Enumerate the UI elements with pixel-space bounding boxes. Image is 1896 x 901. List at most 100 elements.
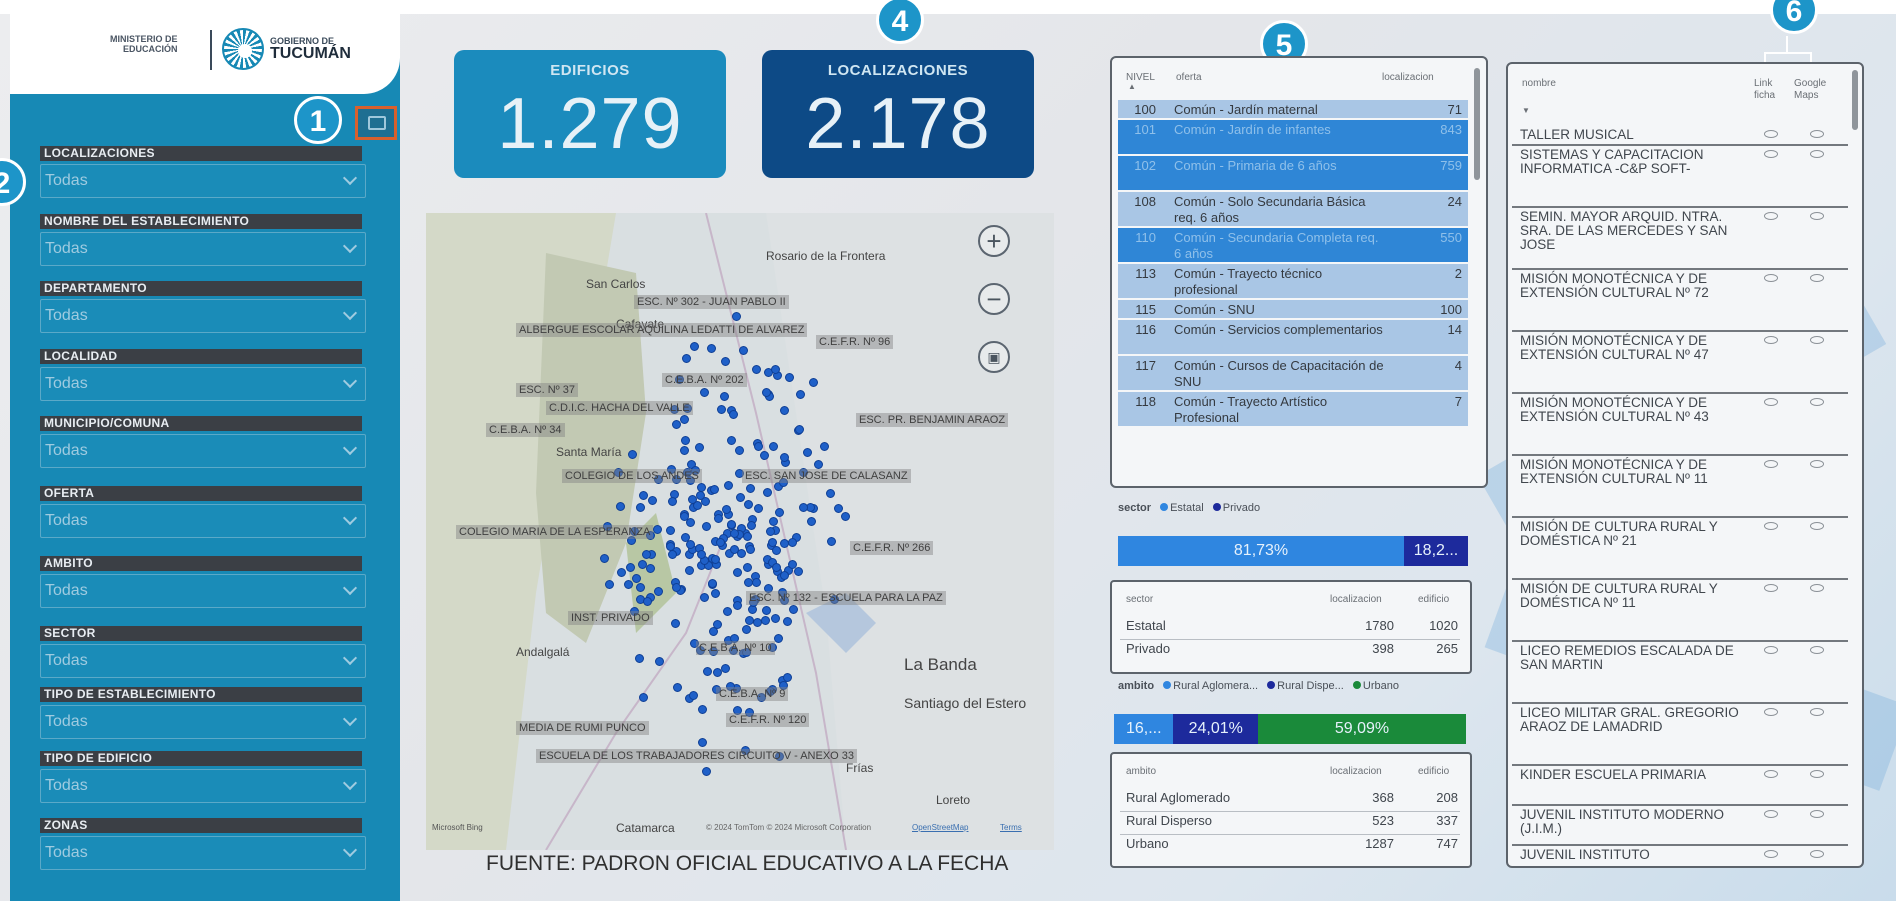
school-point[interactable] [807,517,816,526]
table-row[interactable]: MISIÓN MONOTÉCNICA Y DE EXTENSIÓN CULTUR… [1512,332,1848,394]
osm-link[interactable]: OpenStreetMap [912,823,968,832]
school-point[interactable] [668,550,677,559]
filter-dropdown[interactable]: Todas [40,574,366,608]
terms-link[interactable]: Terms [1000,823,1022,832]
school-point[interactable] [780,453,789,462]
school-point[interactable] [708,579,717,588]
school-point[interactable] [653,525,662,534]
school-point[interactable] [636,583,645,592]
table-row[interactable]: MISIÓN MONOTÉCNICA Y DE EXTENSIÓN CULTUR… [1512,270,1848,332]
filter-dropdown[interactable]: Todas [40,705,366,739]
school-point[interactable] [771,614,780,623]
school-point[interactable] [681,436,690,445]
school-point[interactable] [605,580,614,589]
school-point[interactable] [772,546,781,555]
school-point[interactable] [732,312,741,321]
school-point[interactable] [724,481,733,490]
school-point[interactable] [711,589,720,598]
table-row[interactable]: JUVENIL INSTITUTO [1512,846,1848,866]
col-header[interactable]: sector [1126,594,1153,605]
bar-segment[interactable]: 59,09% [1257,714,1466,744]
link-icon[interactable] [1764,584,1778,592]
school-point[interactable] [711,555,720,564]
school-point[interactable] [680,415,689,424]
filter-dropdown[interactable]: Todas [40,434,366,468]
school-point[interactable] [648,496,657,505]
filter-dropdown[interactable]: Todas [40,299,366,333]
school-point[interactable] [643,597,652,606]
school-point[interactable] [742,625,751,634]
col-header[interactable]: localizacion [1330,594,1382,605]
table-row[interactable]: KINDER ESCUELA PRIMARIA [1512,766,1848,806]
school-point[interactable] [721,664,730,673]
school-point[interactable] [795,425,804,434]
school-point[interactable] [635,654,644,663]
zoom-out-button[interactable]: − [978,283,1010,315]
schools-map[interactable]: Rosario de la Frontera San Carlos Cafaya… [426,213,1054,850]
oferta-row[interactable]: 100 Común - Jardín maternal 71 [1118,100,1468,118]
school-point[interactable] [780,406,789,415]
map-pin-icon[interactable] [1810,522,1824,530]
school-point[interactable] [685,566,694,575]
link-icon[interactable] [1764,150,1778,158]
link-icon[interactable] [1764,770,1778,778]
col-header[interactable]: edificio [1418,594,1449,605]
school-point[interactable] [730,545,739,554]
school-point[interactable] [655,657,664,666]
school-point[interactable] [760,451,769,460]
school-point[interactable] [735,446,744,455]
oferta-row[interactable]: 115 Común - SNU 100 [1118,300,1468,318]
oferta-row[interactable]: 102 Común - Primaria de 6 años 759 [1118,156,1468,190]
school-point[interactable] [632,574,641,583]
link-icon[interactable] [1764,398,1778,406]
school-point[interactable] [766,527,775,536]
school-point[interactable] [762,388,771,397]
school-point[interactable] [841,512,850,521]
school-point[interactable] [733,601,742,610]
school-point[interactable] [727,436,736,445]
school-point[interactable] [729,410,738,419]
school-point[interactable] [761,616,770,625]
school-point[interactable] [775,508,784,517]
school-point[interactable] [763,488,772,497]
table-row[interactable]: SISTEMAS Y CAPACITACION INFORMATICA -C&P… [1512,146,1848,208]
school-point[interactable] [783,673,792,682]
map-pin-icon[interactable] [1810,274,1824,282]
col-header[interactable]: edificio [1418,766,1449,777]
ambito-bar[interactable]: 16,... 24,01% 59,09% [1114,714,1466,744]
zoom-in-button[interactable]: + [978,225,1010,257]
school-point[interactable] [730,529,739,538]
map-pin-icon[interactable] [1810,130,1824,138]
school-point[interactable] [752,365,761,374]
school-point[interactable] [803,448,812,457]
table-row[interactable]: TALLER MUSICAL [1512,126,1848,146]
map-pin-icon[interactable] [1810,770,1824,778]
school-point[interactable] [707,344,716,353]
bar-segment[interactable]: 16,... [1114,714,1174,744]
school-point[interactable] [799,503,808,512]
map-pin-icon[interactable] [1810,336,1824,344]
map-pin-icon[interactable] [1810,646,1824,654]
school-point[interactable] [689,691,698,700]
table-row[interactable]: MISIÓN MONOTÉCNICA Y DE EXTENSIÓN CULTUR… [1512,394,1848,456]
school-point[interactable] [754,504,763,513]
oferta-row[interactable]: 108 Común - Solo Secundaria Básica req. 6… [1118,192,1468,226]
school-point[interactable] [834,504,843,513]
map-pin-icon[interactable] [1810,708,1824,716]
oferta-row[interactable]: 117 Común - Cursos de Capacitación de SNU… [1118,356,1468,390]
school-point[interactable] [717,405,726,414]
school-point[interactable] [788,538,797,547]
school-point[interactable] [747,521,756,530]
school-point[interactable] [666,542,675,551]
bar-segment[interactable]: 18,2... [1404,536,1468,566]
map-pin-icon[interactable] [1810,212,1824,220]
school-point[interactable] [785,373,794,382]
map-pin-icon[interactable] [1810,810,1824,818]
school-point[interactable] [772,563,781,572]
link-icon[interactable] [1764,274,1778,282]
school-point[interactable] [820,442,829,451]
school-point[interactable] [698,738,707,747]
school-point[interactable] [752,578,761,587]
school-point[interactable] [690,342,699,351]
school-point[interactable] [700,593,709,602]
